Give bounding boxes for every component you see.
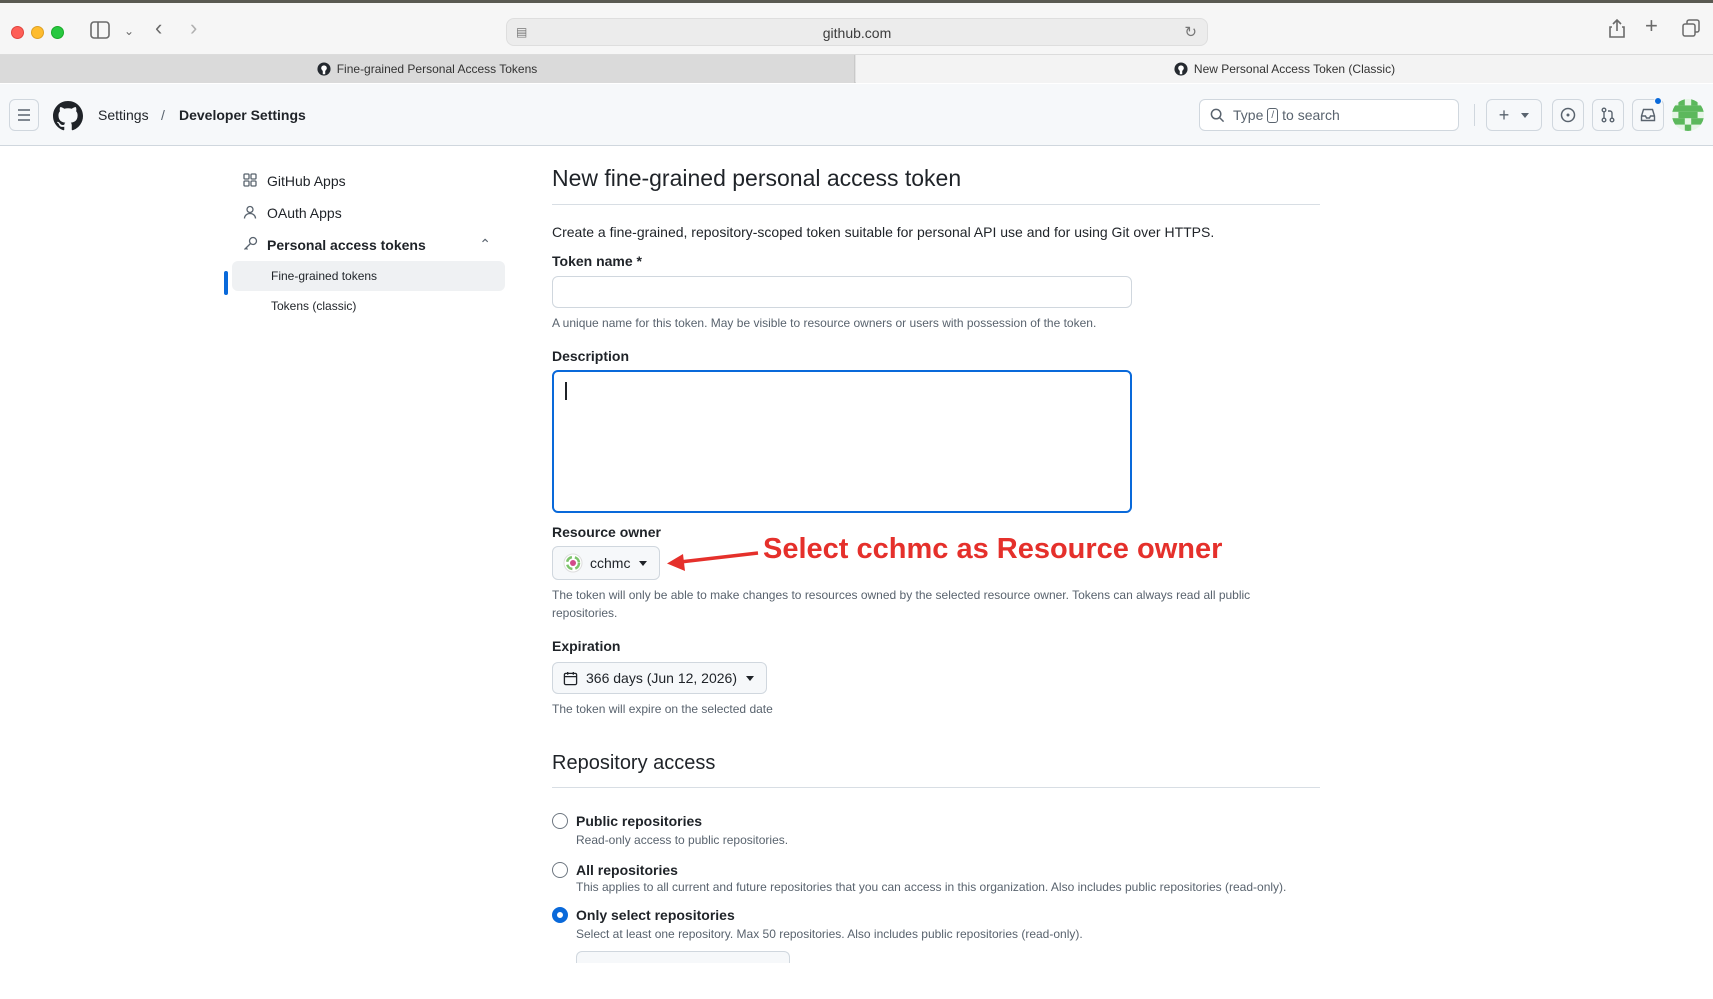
search-suffix: to search [1282,107,1340,123]
tab-label: Fine-grained Personal Access Tokens [336,62,538,76]
address-bar[interactable]: ▤ github.com ↻ [506,18,1208,46]
radio-label: All repositories [576,862,678,878]
text-caret [565,382,567,400]
share-icon[interactable] [1609,18,1625,41]
hamburger-menu-button[interactable] [9,99,39,131]
token-name-note: A unique name for this token. May be vis… [552,316,1097,330]
sidebar-item-github-apps[interactable]: GitHub Apps [225,165,505,197]
page-title: New fine-grained personal access token [552,165,1320,205]
chevron-down-icon [639,560,648,566]
divider [1474,104,1475,126]
radio-all-repositories[interactable]: All repositories This applies to all cur… [552,862,1320,895]
expiration-value: 366 days (Jun 12, 2026) [586,670,737,686]
sidebar-item-label: Personal access tokens [267,237,426,253]
sidebar-item-oauth-apps[interactable]: OAuth Apps [225,197,505,229]
search-prefix: Type [1233,107,1264,123]
chevron-down-icon [746,675,754,681]
breadcrumb-settings[interactable]: Settings [98,107,149,123]
annotation-text: Select cchmc as Resource owner [763,533,1223,565]
url-text: github.com [822,25,892,41]
sidebar-item-personal-access-tokens[interactable]: Personal access tokens ⌃ [225,229,505,261]
radio-button[interactable] [552,862,568,878]
radio-note: Read-only access to public repositories. [576,833,789,847]
zoom-window-button[interactable] [51,26,64,39]
radio-label: Public repositories [576,813,703,829]
radio-button-selected[interactable] [552,907,568,923]
chevron-down-icon [1521,112,1530,118]
search-icon [1210,108,1225,122]
radio-only-select-repositories[interactable]: Only select repositories Select at least… [552,907,1320,963]
plus-icon: + [1498,104,1510,125]
apps-icon [241,172,259,190]
expiration-note: The token will expire on the selected da… [552,702,773,716]
tab-overview-icon[interactable] [1682,19,1700,40]
intro-text: Create a fine-grained, repository-scoped… [552,224,1215,240]
tab-classic[interactable]: New Personal Access Token (Classic) [856,55,1713,83]
create-new-button[interactable]: + [1486,99,1542,131]
tab-fine-grained[interactable]: Fine-grained Personal Access Tokens [0,55,855,83]
browser-toolbar: ⌄ ‹ › ▤ github.com ↻ + [0,3,1713,55]
search-shortcut-key: / [1267,107,1279,123]
resource-owner-value: cchmc [590,555,631,571]
resource-owner-dropdown[interactable]: cchmc [552,546,661,580]
pull-request-icon [1601,107,1615,123]
reload-icon[interactable]: ↻ [1184,23,1197,41]
github-header: Settings / Developer Settings Type / to … [0,84,1713,146]
inbox-icon [1640,108,1656,122]
radio-note: This applies to all current and future r… [576,880,1287,894]
sidebar-subitem-tokens-classic[interactable]: Tokens (classic) [232,291,505,321]
radio-public-repositories[interactable]: Public repositories Read-only access to … [552,813,1320,849]
pull-requests-button[interactable] [1592,99,1624,131]
identicon-icon [1672,99,1704,131]
key-icon [241,236,259,254]
radio-note: Select at least one repository. Max 50 r… [576,927,1083,941]
minimize-window-button[interactable] [31,26,44,39]
sidebar-item-label: OAuth Apps [267,205,342,221]
issue-icon [1560,107,1576,123]
back-icon[interactable]: ‹ [155,17,162,39]
token-name-label: Token name * [552,253,642,269]
resource-owner-note: The token will only be able to make chan… [552,588,1251,620]
repository-access-title: Repository access [552,752,1320,788]
issues-button[interactable] [1552,99,1584,131]
sidebar-subitem-fine-grained-tokens[interactable]: Fine-grained tokens [232,261,505,291]
breadcrumb-separator: / [161,107,165,123]
sidebar-toggle-icon[interactable] [90,21,110,42]
settings-sidebar: GitHub Apps OAuth Apps Personal access t… [225,165,505,321]
sidebar-subitem-label: Fine-grained tokens [271,269,378,283]
radio-button[interactable] [552,813,568,829]
person-icon [241,205,259,222]
github-icon [317,62,331,76]
annotation-arrow [667,551,759,571]
chevron-down-icon[interactable]: ⌄ [124,22,134,40]
search-input[interactable]: Type / to search [1199,99,1459,131]
select-repositories-button[interactable] [576,951,790,963]
expiration-label: Expiration [552,638,621,654]
expiration-dropdown[interactable]: 366 days (Jun 12, 2026) [552,662,767,694]
chevron-up-icon[interactable]: ⌃ [479,236,491,253]
sidebar-subitem-label: Tokens (classic) [271,299,357,313]
close-window-button[interactable] [11,26,24,39]
token-name-input[interactable] [552,276,1132,308]
breadcrumb-developer-settings[interactable]: Developer Settings [179,107,306,123]
forward-icon[interactable]: › [190,17,197,39]
calendar-icon [563,671,578,685]
avatar[interactable] [1672,99,1704,131]
tab-label: New Personal Access Token (Classic) [1193,62,1396,76]
radio-label: Only select repositories [576,907,735,923]
notification-dot [1654,97,1662,105]
new-tab-icon[interactable]: + [1645,15,1658,37]
description-label: Description [552,348,630,364]
tab-bar: Fine-grained Personal Access Tokens New … [0,55,1713,83]
sidebar-item-label: GitHub Apps [267,173,346,189]
org-avatar-icon [563,553,583,573]
github-icon [1174,62,1188,76]
description-textarea[interactable] [552,370,1132,513]
menu-icon [18,109,30,121]
active-indicator [224,271,228,295]
github-logo-icon[interactable] [53,101,83,131]
